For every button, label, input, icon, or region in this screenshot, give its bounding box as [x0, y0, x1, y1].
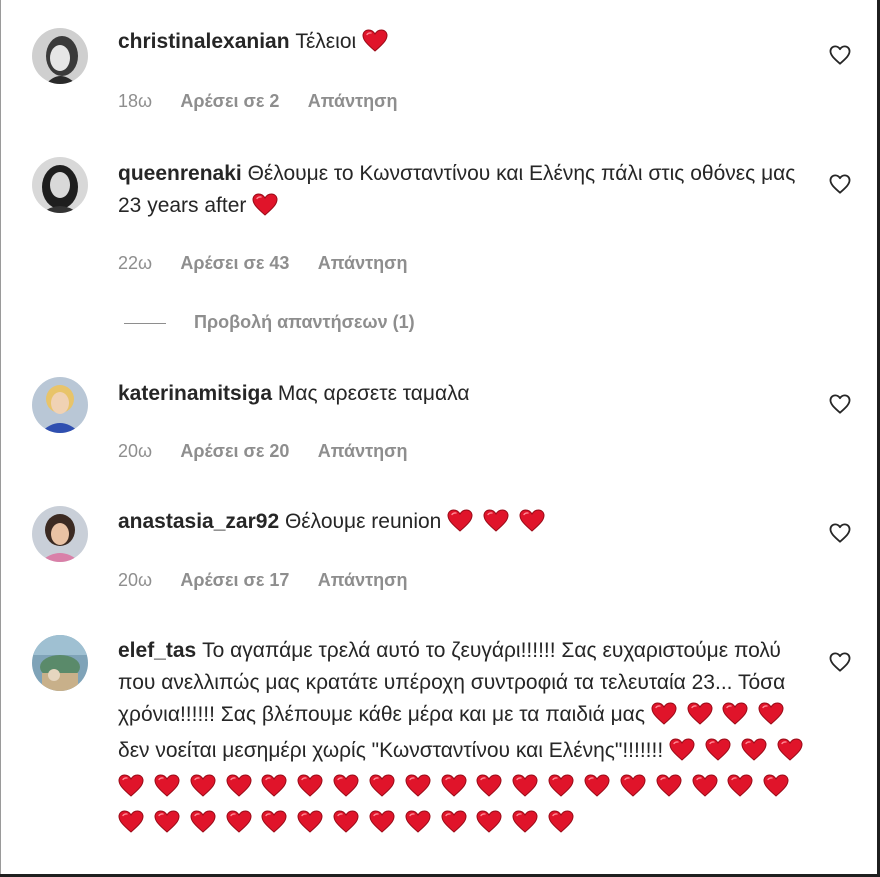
red-heart-emoji: [369, 774, 395, 807]
red-heart-emoji: [691, 774, 718, 807]
red-heart-emoji: [741, 738, 767, 771]
red-heart-emoji: [297, 810, 323, 843]
comment-username[interactable]: anastasia_zar92: [118, 510, 279, 533]
red-heart-emoji: [519, 509, 545, 542]
red-heart-emoji: [441, 810, 467, 843]
comment-username[interactable]: queenrenaki: [118, 162, 242, 185]
comment-username[interactable]: katerinamitsiga: [118, 382, 272, 405]
heart-outline-icon[interactable]: [829, 394, 851, 414]
comment-meta: 18ω Αρέσει σε 2 Απάντηση: [118, 91, 397, 112]
red-heart-emoji: [548, 774, 574, 807]
view-replies-button[interactable]: Προβολή απαντήσεων (1): [124, 312, 415, 336]
comment-likes-count[interactable]: Αρέσει σε 17: [180, 570, 289, 590]
comment-hearts-inline: [651, 702, 789, 726]
red-heart-emoji: [405, 810, 431, 843]
comment-hearts: [362, 29, 392, 53]
red-heart-emoji: [727, 774, 753, 807]
red-heart-emoji: [687, 702, 713, 735]
view-replies-label: Προβολή απαντήσεων (1): [194, 312, 415, 332]
red-heart-emoji: [261, 810, 287, 843]
comment-meta: 20ω Αρέσει σε 17 Απάντηση: [118, 570, 407, 591]
comment-hearts: [252, 193, 282, 217]
red-heart-emoji: [441, 774, 467, 807]
comment-username[interactable]: elef_tas: [118, 639, 196, 662]
red-heart-emoji: [584, 774, 610, 807]
red-heart-emoji: [333, 774, 359, 807]
red-heart-emoji: [333, 810, 359, 843]
red-heart-emoji: [226, 810, 252, 843]
comment-meta: 22ω Αρέσει σε 43 Απάντηση: [118, 253, 407, 274]
red-heart-emoji: [190, 810, 216, 843]
avatar[interactable]: [32, 635, 88, 691]
reply-button[interactable]: Απάντηση: [318, 253, 408, 273]
red-heart-emoji: [777, 738, 803, 771]
divider-line: [124, 322, 166, 324]
red-heart-emoji: [763, 774, 789, 807]
comment-time: 20ω: [118, 441, 153, 461]
comment-meta: 20ω Αρέσει σε 20 Απάντηση: [118, 441, 407, 462]
red-heart-emoji: [118, 810, 144, 843]
comment-hearts: [447, 509, 549, 533]
comment-time: 18ω: [118, 91, 153, 111]
red-heart-emoji: [512, 774, 538, 807]
red-heart-emoji: [483, 509, 509, 542]
reply-button[interactable]: Απάντηση: [308, 91, 398, 111]
heart-outline-icon[interactable]: [829, 523, 851, 543]
reply-button[interactable]: Απάντηση: [318, 570, 408, 590]
comment-likes-count[interactable]: Αρέσει σε 43: [180, 253, 289, 273]
comment-text: Μας αρεσετε ταμαλα: [277, 382, 470, 405]
red-heart-emoji: [154, 810, 180, 843]
red-heart-emoji: [252, 193, 278, 226]
red-heart-emoji: [620, 774, 646, 807]
red-heart-emoji: [118, 774, 144, 807]
heart-outline-icon[interactable]: [829, 652, 851, 672]
red-heart-emoji: [669, 738, 695, 771]
red-heart-emoji: [226, 774, 252, 807]
red-heart-emoji: [476, 810, 502, 843]
comment-text: Θέλουμε reunion: [284, 510, 442, 533]
comment-text-continued: δεν νοείται μεσημέρι χωρίς "Κωνσταντίνου…: [118, 739, 664, 762]
heart-outline-icon[interactable]: [829, 45, 851, 65]
comment-time: 20ω: [118, 570, 153, 590]
red-heart-emoji: [656, 774, 682, 807]
avatar[interactable]: [32, 377, 88, 433]
red-heart-emoji: [705, 738, 731, 771]
avatar[interactable]: [32, 157, 88, 213]
heart-outline-icon[interactable]: [829, 174, 851, 194]
avatar[interactable]: [32, 28, 88, 84]
red-heart-emoji: [651, 702, 677, 735]
comment-time: 22ω: [118, 253, 153, 273]
reply-button[interactable]: Απάντηση: [318, 441, 408, 461]
red-heart-emoji: [297, 774, 323, 807]
red-heart-emoji: [758, 702, 784, 735]
comment-likes-count[interactable]: Αρέσει σε 20: [180, 441, 289, 461]
red-heart-emoji: [476, 774, 502, 807]
red-heart-emoji: [447, 509, 473, 542]
red-heart-emoji: [190, 774, 216, 807]
red-heart-emoji: [369, 810, 395, 843]
red-heart-emoji: [154, 774, 180, 807]
comment-likes-count[interactable]: Αρέσει σε 2: [180, 91, 279, 111]
red-heart-emoji: [261, 774, 287, 807]
avatar[interactable]: [32, 506, 88, 562]
red-heart-emoji: [548, 810, 574, 843]
red-heart-emoji: [512, 810, 538, 843]
comment-text: Τέλειοι: [295, 30, 357, 53]
red-heart-emoji: [405, 774, 431, 807]
red-heart-emoji: [362, 29, 388, 62]
red-heart-emoji: [722, 702, 748, 735]
window-border-left: [0, 0, 1, 877]
comment-username[interactable]: christinalexanian: [118, 30, 290, 53]
